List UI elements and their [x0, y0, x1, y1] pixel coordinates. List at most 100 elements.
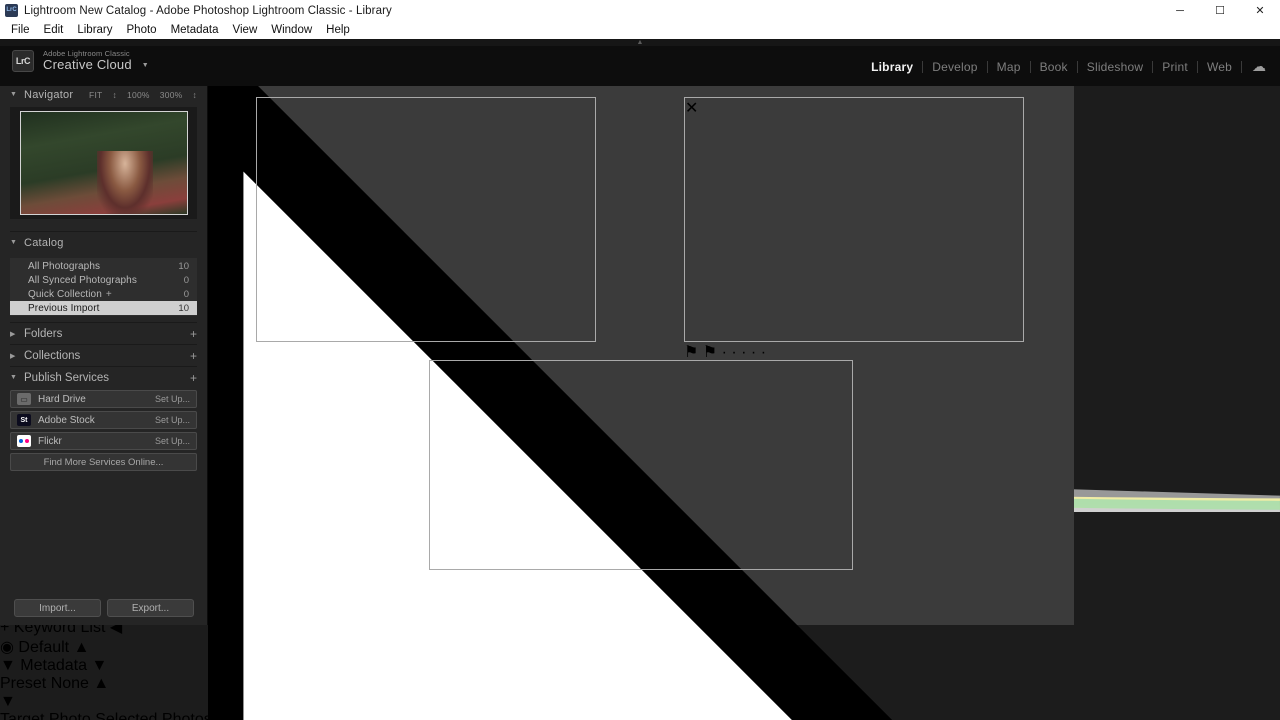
- navigator-header[interactable]: ▼ Navigator FIT ↕ 100% 300% ↕: [10, 86, 197, 103]
- module-web[interactable]: Web: [1198, 60, 1241, 74]
- publish-service-label: Adobe Stock: [38, 414, 95, 426]
- disclosure-triangle-icon[interactable]: ▼: [91, 657, 107, 674]
- module-map[interactable]: Map: [988, 60, 1030, 74]
- add-collection-icon[interactable]: +: [190, 349, 197, 363]
- survey-photo-1-image: [256, 97, 596, 342]
- catalog-item-previous-import[interactable]: Previous Import 10: [10, 301, 197, 315]
- menu-edit[interactable]: Edit: [37, 21, 71, 39]
- menu-window[interactable]: Window: [264, 21, 319, 39]
- disclosure-triangle-icon[interactable]: ▼: [10, 91, 18, 98]
- add-publish-service-icon[interactable]: +: [190, 371, 197, 385]
- star-rating[interactable]: · · · · ·: [722, 344, 766, 361]
- adobe-stock-icon: St: [17, 414, 31, 426]
- publish-service-hard-drive[interactable]: ▭ Hard Drive Set Up...: [10, 390, 197, 408]
- catalog-item-label: All Photographs: [28, 260, 101, 272]
- survey-photo-3[interactable]: [429, 360, 853, 570]
- catalog-item-label: All Synced Photographs: [28, 274, 137, 286]
- close-button[interactable]: ✕: [1240, 0, 1280, 21]
- chevron-down-icon[interactable]: ▼: [142, 62, 149, 69]
- catalog-item-count: 10: [178, 260, 189, 272]
- module-book[interactable]: Book: [1031, 60, 1077, 74]
- catalog-item-all-synced-photographs[interactable]: All Synced Photographs 0: [10, 273, 197, 287]
- window-controls: ─ ☐ ✕: [1160, 0, 1280, 21]
- catalog-panel: ▼ Catalog: [10, 231, 197, 253]
- tab-target-photo[interactable]: Target Photo: [0, 711, 91, 720]
- metadata-view-value: Default: [18, 639, 70, 657]
- flag-icons[interactable]: ⚑ ⚑: [684, 344, 717, 361]
- folders-title: Folders: [24, 327, 63, 340]
- publish-service-setup-link[interactable]: Set Up...: [155, 394, 190, 404]
- zoom-300-button[interactable]: 300%: [160, 90, 183, 100]
- publish-service-label: Flickr: [38, 435, 62, 447]
- module-print[interactable]: Print: [1153, 60, 1197, 74]
- identity-line2: Creative Cloud ▼: [43, 58, 149, 72]
- identity-line2-text: Creative Cloud: [43, 57, 132, 73]
- maximize-button[interactable]: ☐: [1200, 0, 1240, 21]
- publish-service-adobe-stock[interactable]: St Adobe Stock Set Up...: [10, 411, 197, 429]
- import-button[interactable]: Import...: [14, 599, 101, 617]
- zoom-fit-button[interactable]: FIT: [89, 90, 103, 100]
- publish-service-flickr[interactable]: Flickr Set Up...: [10, 432, 197, 450]
- survey-view: ✕ ⚑ ⚑ · · · · ·: [172, 0, 1074, 720]
- module-slideshow[interactable]: Slideshow: [1078, 60, 1153, 74]
- menu-library[interactable]: Library: [70, 21, 119, 39]
- zoom-stepper-icon[interactable]: ↕: [113, 90, 118, 100]
- catalog-item-label: Quick Collection +: [28, 289, 184, 300]
- catalog-item-count: 10: [178, 302, 189, 314]
- module-develop[interactable]: Develop: [923, 60, 986, 74]
- metadata-preset-label: Preset: [0, 675, 47, 693]
- menu-bar: File Edit Library Photo Metadata View Wi…: [0, 21, 1280, 39]
- remove-from-survey-button[interactable]: ✕: [685, 98, 1023, 118]
- title-bar: LrC Lightroom New Catalog - Adobe Photos…: [0, 0, 1280, 21]
- disclosure-triangle-icon[interactable]: ▼: [10, 239, 18, 246]
- publish-services-header[interactable]: ▼ Publish Services +: [10, 366, 197, 388]
- cloud-sync-icon[interactable]: ☁: [1252, 58, 1266, 75]
- menu-file[interactable]: File: [4, 21, 37, 39]
- window-title: Lightroom New Catalog - Adobe Photoshop …: [24, 4, 392, 17]
- navigator-panel: ▼ Navigator FIT ↕ 100% 300% ↕: [10, 86, 197, 103]
- catalog-title: Catalog: [24, 236, 64, 249]
- zoom-100-button[interactable]: 100%: [127, 90, 150, 100]
- publish-service-setup-link[interactable]: Set Up...: [155, 436, 190, 446]
- menu-metadata[interactable]: Metadata: [164, 21, 226, 39]
- module-picker: Library Develop Map Book Slideshow Print…: [862, 58, 1266, 75]
- catalog-item-count: 0: [183, 274, 189, 286]
- lightroom-window: LrC Lightroom New Catalog - Adobe Photos…: [0, 0, 1280, 720]
- zoom-stepper-icon-2[interactable]: ↕: [193, 90, 198, 100]
- publish-service-setup-link[interactable]: Set Up...: [155, 415, 190, 425]
- find-more-services-button[interactable]: Find More Services Online...: [10, 453, 197, 471]
- export-button[interactable]: Export...: [107, 599, 194, 617]
- metadata-visibility-icon[interactable]: ◉: [0, 639, 14, 656]
- left-panel: ▼ Navigator FIT ↕ 100% 300% ↕ ▼ Catalog: [0, 86, 208, 625]
- disclosure-triangle-icon[interactable]: ▶: [10, 330, 18, 338]
- module-library[interactable]: Library: [862, 60, 922, 74]
- survey-photo-2[interactable]: ✕ ⚑ ⚑ · · · · ·: [684, 97, 1024, 361]
- survey-photo-2-image: ✕: [684, 97, 1024, 342]
- survey-photo-2-infobar: ⚑ ⚑ · · · · ·: [684, 342, 1024, 362]
- menu-view[interactable]: View: [226, 21, 265, 39]
- catalog-item-all-photographs[interactable]: All Photographs 10: [10, 259, 197, 273]
- add-folder-icon[interactable]: +: [190, 327, 197, 341]
- identity-plate[interactable]: LrC Adobe Lightroom Classic Creative Clo…: [12, 50, 149, 72]
- disclosure-triangle-icon[interactable]: ▶: [10, 352, 18, 360]
- tab-selected-photos[interactable]: Selected Photos: [95, 711, 212, 720]
- navigator-preview[interactable]: [10, 107, 197, 219]
- survey-photo-1[interactable]: [256, 97, 596, 342]
- folders-header[interactable]: ▶ Folders +: [10, 322, 197, 344]
- flickr-icon: [17, 435, 31, 447]
- metadata-preset-value: None: [50, 675, 89, 693]
- content-area: ✕ ⚑ ⚑ · · · · ·: [172, 0, 1074, 720]
- menu-photo[interactable]: Photo: [120, 21, 164, 39]
- catalog-item-quick-collection[interactable]: Quick Collection + 0: [10, 287, 197, 301]
- menu-help[interactable]: Help: [319, 21, 357, 39]
- disclosure-triangle-icon[interactable]: ▼: [10, 374, 18, 381]
- plus-icon[interactable]: +: [106, 289, 112, 300]
- metadata-title: Metadata: [20, 657, 88, 675]
- catalog-header[interactable]: ▼ Catalog: [10, 231, 197, 253]
- navigator-zoom-controls: FIT ↕ 100% 300% ↕: [89, 90, 197, 100]
- left-panel-footer: Import... Export...: [0, 599, 208, 617]
- top-panel-handle[interactable]: ▲: [0, 39, 1280, 46]
- navigator-preview-image: [19, 111, 188, 215]
- minimize-button[interactable]: ─: [1160, 0, 1200, 21]
- collections-header[interactable]: ▶ Collections +: [10, 344, 197, 366]
